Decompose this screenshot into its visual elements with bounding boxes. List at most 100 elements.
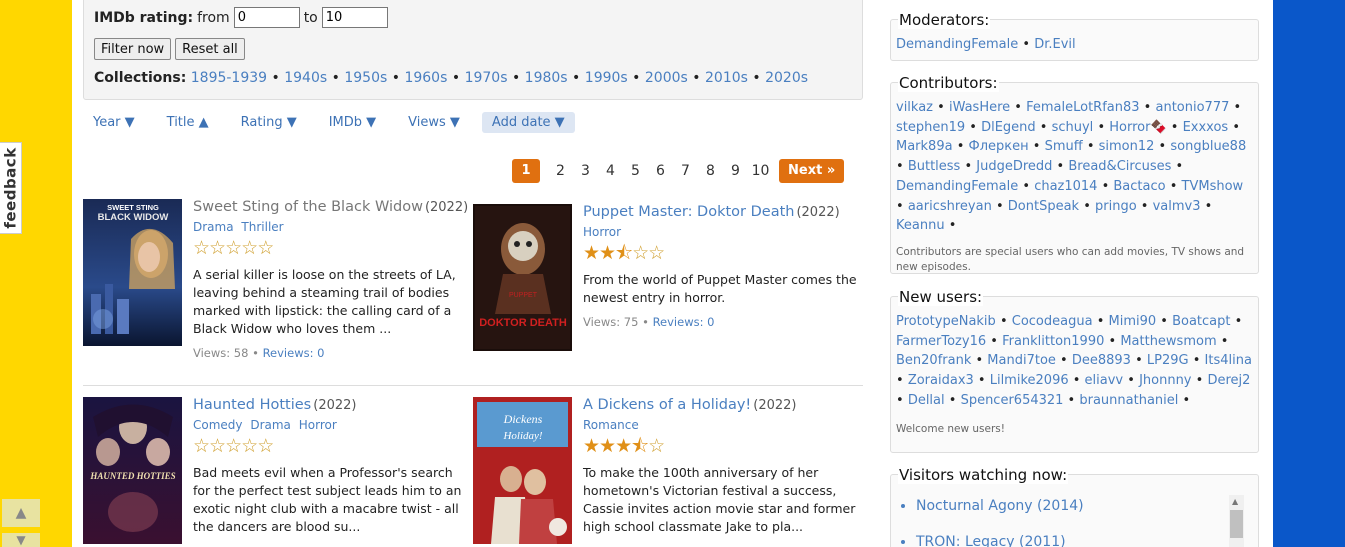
page-link[interactable]: 4 xyxy=(598,163,623,179)
moderator-link[interactable]: DemandingFemale xyxy=(896,37,1018,52)
new-user-link[interactable]: LP29G xyxy=(1147,353,1189,368)
contributor-link[interactable]: songblue88 xyxy=(1170,139,1246,154)
page-link[interactable]: 2 xyxy=(548,163,573,179)
contributor-link[interactable]: stephen19 xyxy=(896,120,965,135)
feedback-tab[interactable]: feedback xyxy=(0,142,22,234)
contributor-link[interactable]: simon12 xyxy=(1099,139,1155,154)
sort-option[interactable]: Add date ▼ xyxy=(481,111,575,133)
page-link[interactable]: 8 xyxy=(698,163,723,179)
collection-link[interactable]: 1950s xyxy=(344,70,387,86)
new-user-link[interactable]: PrototypeNakib xyxy=(896,314,996,329)
collection-link[interactable]: 1895-1939 xyxy=(191,70,267,86)
contributor-link[interactable]: schuyl xyxy=(1052,120,1094,135)
contributor-link[interactable]: Mark89a xyxy=(896,139,953,154)
collection-link[interactable]: 1990s xyxy=(585,70,628,86)
contributor-link[interactable]: JudgeDredd xyxy=(976,159,1052,174)
new-user-link[interactable]: Franklitton1990 xyxy=(1002,334,1104,349)
reviews-link[interactable]: Reviews: 0 xyxy=(653,315,715,329)
sort-option[interactable]: IMDb ▼ xyxy=(319,112,386,133)
new-user-link[interactable]: Zoraidax3 xyxy=(908,373,974,388)
contributor-link[interactable]: Exxxos xyxy=(1183,120,1229,135)
movie-poster[interactable]: Dickens Holiday! xyxy=(473,397,572,544)
contributor-link[interactable]: vilkaz xyxy=(896,100,933,115)
scroll-up-button[interactable]: ▲ xyxy=(2,499,40,527)
imdb-from-input[interactable] xyxy=(233,7,300,28)
visitors-scrollbar[interactable]: ▲ xyxy=(1229,495,1244,547)
genre-link[interactable]: Romance xyxy=(583,418,639,432)
contributor-link[interactable]: Horror🍫 xyxy=(1109,120,1166,135)
moderator-link[interactable]: Dr.Evil xyxy=(1034,37,1075,52)
contributor-link[interactable]: DemandingFemale xyxy=(896,179,1018,194)
new-user-link[interactable]: Mimi90 xyxy=(1109,314,1157,329)
sort-option[interactable]: Rating ▼ xyxy=(231,112,307,133)
page-link[interactable]: 7 xyxy=(673,163,698,179)
new-user-link[interactable]: Mandi7toe xyxy=(987,353,1056,368)
collection-link[interactable]: 1980s xyxy=(525,70,568,86)
contributor-link[interactable]: Bread&Circuses xyxy=(1068,159,1171,174)
contributor-link[interactable]: aaricshreyan xyxy=(908,199,992,214)
filter-now-button[interactable]: Filter now xyxy=(94,38,172,60)
star-rating[interactable]: ☆☆☆☆☆ xyxy=(193,239,473,259)
star-rating[interactable]: ★★⯪☆☆ xyxy=(583,244,863,264)
contributor-link[interactable]: TVMshow xyxy=(1182,179,1244,194)
new-user-link[interactable]: Dee8893 xyxy=(1072,353,1131,368)
genre-link[interactable]: Horror xyxy=(583,225,621,239)
star-rating[interactable]: ☆☆☆☆☆ xyxy=(193,437,473,457)
star-rating[interactable]: ★★★⯪☆ xyxy=(583,437,863,457)
reviews-link[interactable]: Reviews: 0 xyxy=(263,346,325,360)
imdb-to-input[interactable] xyxy=(321,7,388,28)
page-current[interactable]: 1 xyxy=(512,159,540,183)
contributor-link[interactable]: pringo xyxy=(1095,199,1137,214)
new-user-link[interactable]: Spencer654321 xyxy=(961,393,1064,408)
movie-title[interactable]: A Dickens of a Holiday! xyxy=(583,397,751,413)
visitor-item[interactable]: Nocturnal Agony (2014) xyxy=(916,488,1253,524)
collection-link[interactable]: 1970s xyxy=(465,70,508,86)
collection-link[interactable]: 1940s xyxy=(284,70,327,86)
movie-poster[interactable]: SWEET STING BLACK WIDOW xyxy=(83,199,182,346)
contributor-link[interactable]: Buttless xyxy=(908,159,961,174)
contributor-link[interactable]: Флеркен xyxy=(969,139,1029,154)
scroll-down-button[interactable]: ▼ xyxy=(2,533,40,547)
collection-link[interactable]: 1960s xyxy=(404,70,447,86)
new-user-link[interactable]: Its4lina xyxy=(1205,353,1252,368)
sort-option[interactable]: Year ▼ xyxy=(83,112,145,133)
sort-option[interactable]: Views ▼ xyxy=(398,112,470,133)
new-user-link[interactable]: FarmerTozy16 xyxy=(896,334,986,349)
contributor-link[interactable]: Bactaco xyxy=(1113,179,1165,194)
page-link[interactable]: 6 xyxy=(648,163,673,179)
page-link[interactable]: 10 xyxy=(748,163,773,179)
movie-title[interactable]: Sweet Sting of the Black Widow xyxy=(193,199,423,215)
genre-link[interactable]: Horror xyxy=(299,418,337,432)
page-link[interactable]: 3 xyxy=(573,163,598,179)
movie-poster[interactable]: PUPPET DOKTOR DEATH xyxy=(473,204,572,351)
contributor-link[interactable]: Smuff xyxy=(1045,139,1083,154)
genre-link[interactable]: Comedy xyxy=(193,418,243,432)
new-user-link[interactable]: Lilmike2096 xyxy=(990,373,1069,388)
new-user-link[interactable]: Derej2 xyxy=(1207,373,1250,388)
genre-link[interactable]: Drama xyxy=(250,418,291,432)
contributor-link[interactable]: DontSpeak xyxy=(1008,199,1079,214)
visitor-item[interactable]: TRON: Legacy (2011) xyxy=(916,524,1253,547)
collection-link[interactable]: 2000s xyxy=(645,70,688,86)
new-user-link[interactable]: Jhonnny xyxy=(1139,373,1191,388)
movie-title[interactable]: Haunted Hotties xyxy=(193,397,311,413)
genre-link[interactable]: Thriller xyxy=(241,220,283,234)
contributor-link[interactable]: Keannu xyxy=(896,218,945,233)
reset-all-button[interactable]: Reset all xyxy=(175,38,245,60)
contributor-link[interactable]: valmv3 xyxy=(1153,199,1201,214)
genre-link[interactable]: Drama xyxy=(193,220,234,234)
page-link[interactable]: 5 xyxy=(623,163,648,179)
new-user-link[interactable]: braunnathaniel xyxy=(1079,393,1178,408)
new-user-link[interactable]: eliavv xyxy=(1085,373,1124,388)
new-user-link[interactable]: Boatcapt xyxy=(1172,314,1230,329)
contributor-link[interactable]: FemaleLotRfan83 xyxy=(1026,100,1139,115)
new-user-link[interactable]: Dellal xyxy=(908,393,945,408)
contributor-link[interactable]: DlEgend xyxy=(981,120,1036,135)
new-user-link[interactable]: Matthewsmom xyxy=(1120,334,1216,349)
movie-poster[interactable]: HAUNTED HOTTIES xyxy=(83,397,182,544)
sort-option[interactable]: Title ▲ xyxy=(157,112,219,133)
movie-title[interactable]: Puppet Master: Doktor Death xyxy=(583,204,794,220)
next-page-button[interactable]: Next » xyxy=(779,159,845,183)
contributor-link[interactable]: iWasHere xyxy=(949,100,1010,115)
collection-link[interactable]: 2020s xyxy=(765,70,808,86)
